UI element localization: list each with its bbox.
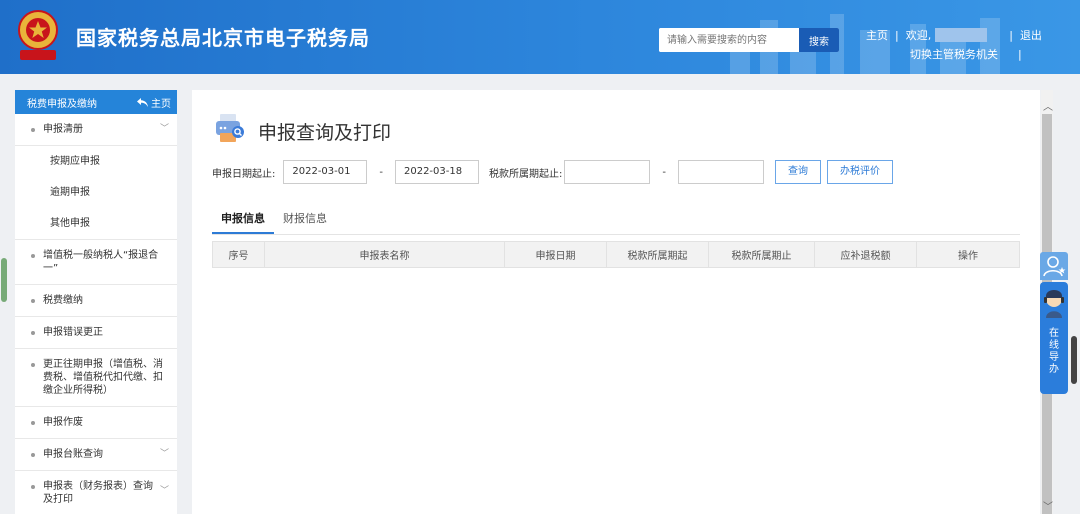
sidebar-item-label: 申报台账查询 [43,449,103,460]
tax-period-to-input[interactable] [677,160,764,184]
switch-authority-link[interactable]: 切换主管税务机关 [910,46,998,62]
search-input[interactable] [659,28,799,52]
sidebar-item-tax-payment[interactable]: 税费缴纳 [15,285,177,317]
tax-emblem-icon [18,10,58,60]
sidebar-item-vat-refund[interactable]: 增值税一般纳税人“报退合一” [15,240,177,285]
column-header[interactable]: 序号 [212,241,265,268]
sidebar: 税费申报及缴纳 主页 申报清册 ﹀ 按期应申报 逾期申报 其他申报 增值税一般纳… [15,90,177,514]
sidebar-header: 税费申报及缴纳 主页 [15,90,177,114]
site-header: 国家税务总局北京市电子税务局 搜索 主页 | 欢迎, | 退出 切换主管税务机关… [0,0,1080,74]
site-title: 国家税务总局北京市电子税务局 [76,26,370,50]
sidebar-home-link[interactable]: 主页 [137,95,171,110]
period-range-dash: - [662,166,666,178]
nav-separator: | [1018,47,1022,61]
scroll-down-arrow-icon[interactable]: ﹀ [1043,498,1053,513]
tax-period-from-input[interactable] [564,160,651,184]
column-header[interactable]: 申报日期 [504,241,607,268]
scroll-up-arrow-icon[interactable]: ︿ [1043,98,1053,113]
tab-financial-info[interactable]: 财报信息 [274,211,336,234]
sidebar-item-past-correction[interactable]: 更正往期申报（增值税、消费税、增值税代扣代缴、扣缴企业所得税） [15,349,177,407]
tax-period-label: 税款所属期起止: [488,168,563,180]
online-guide-label: 在线导办 [1049,328,1059,375]
sidebar-item-label: 税费缴纳 [43,295,83,306]
sidebar-home-label: 主页 [151,98,171,110]
query-button[interactable]: 查询 [774,160,821,184]
right-scroll-handle[interactable] [1071,336,1077,384]
search-box: 搜索 [659,28,839,52]
sidebar-item-label: 申报表（财务报表）查询及打印 [43,481,153,505]
top-nav: 主页 | 欢迎, | 退出 切换主管税务机关 | [866,27,1042,62]
sidebar-item-error-correction[interactable]: 申报错误更正 [15,317,177,349]
filing-date-label: 申报日期起止: [212,168,276,180]
nav-separator: | [1009,28,1013,42]
filing-table: 序号 申报表名称 申报日期 税款所属期起 税款所属期止 应补退税额 操作 [212,241,1020,268]
online-guide-widget[interactable]: 在线导办 [1040,282,1068,394]
chevron-down-icon: ﹀ [159,449,169,459]
customer-service-avatar-icon [1044,290,1064,318]
sidebar-item-label: 增值税一般纳税人“报退合一” [43,250,159,274]
sidebar-item-ledger-query[interactable]: 申报台账查询 ﹀ [15,439,177,471]
sidebar-item-filing-list[interactable]: 申报清册 ﹀ [15,114,177,146]
welcome-text: 欢迎, [905,29,932,42]
filing-date-to-input[interactable]: 2022-03-18 [394,160,479,184]
printer-icon [216,114,244,142]
user-star-icon [1043,256,1066,277]
nav-home-link[interactable]: 主页 [866,27,888,43]
chevron-down-icon: ﹀ [159,124,169,134]
nav-separator: | [895,28,899,42]
filter-bar: 申报日期起止: 2022-03-01 - 2022-03-18 税款所属期起止:… [212,160,893,184]
column-header[interactable]: 申报表名称 [264,241,505,268]
username-redacted [935,28,988,42]
sidebar-item-report-print[interactable]: 申报表（财务报表）查询及打印 ﹀ [15,471,177,514]
sidebar-item-label: 更正往期申报（增值税、消费税、增值税代扣代缴、扣缴企业所得税） [43,359,163,396]
sidebar-item-void-filing[interactable]: 申报作废 [15,407,177,439]
tab-filing-info[interactable]: 申报信息 [212,211,274,234]
sidebar-item-label: 申报作废 [43,417,83,428]
column-header[interactable]: 操作 [916,241,1020,268]
filing-date-from-input[interactable]: 2022-03-01 [283,160,368,184]
evaluate-button[interactable]: 办税评价 [826,160,893,184]
user-service-button[interactable] [1040,252,1068,280]
main-panel: 申报查询及打印 申报日期起止: 2022-03-01 - 2022-03-18 … [192,90,1040,514]
sidebar-subitem-other[interactable]: 其他申报 [15,208,177,240]
column-header[interactable]: 税款所属期止 [708,241,815,268]
search-button[interactable]: 搜索 [799,28,839,52]
column-header[interactable]: 应补退税额 [814,241,917,268]
left-scroll-handle[interactable] [1,258,7,302]
chevron-down-icon: ﹀ [159,486,169,496]
sidebar-item-label: 申报错误更正 [43,327,103,338]
date-range-dash: - [379,166,383,178]
tab-bar: 申报信息 财报信息 [212,211,1020,235]
page-title: 申报查询及打印 [258,122,392,144]
sidebar-item-label: 申报清册 [43,124,83,135]
back-arrow-icon [137,97,148,107]
sidebar-subitem-periodic[interactable]: 按期应申报 [15,146,177,177]
sidebar-title: 税费申报及缴纳 [27,98,97,110]
column-header[interactable]: 税款所属期起 [606,241,709,268]
sidebar-subitem-overdue[interactable]: 逾期申报 [15,177,177,208]
logout-link[interactable]: 退出 [1020,27,1042,43]
